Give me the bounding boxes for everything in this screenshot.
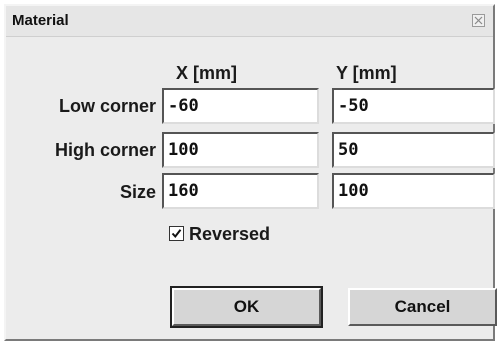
x-column-header: X [mm] — [176, 63, 238, 83]
low-corner-y-field[interactable]: -50 — [332, 88, 495, 124]
low-corner-label: Low corner — [58, 96, 156, 116]
reversed-label: Reversed — [189, 224, 271, 244]
title-bar[interactable]: Material — [6, 6, 493, 37]
size-y-field[interactable]: 100 — [332, 173, 495, 209]
size-label: Size — [119, 182, 156, 202]
high-corner-label: High corner — [54, 140, 156, 160]
close-icon — [474, 16, 483, 25]
y-column-header: Y [mm] — [336, 63, 397, 83]
size-x-field[interactable]: 160 — [162, 173, 319, 209]
reversed-checkbox[interactable] — [169, 226, 184, 241]
high-corner-x-field[interactable]: 100 — [162, 132, 319, 168]
close-button[interactable] — [472, 14, 485, 27]
ok-button[interactable]: OK — [170, 286, 323, 328]
checkmark-icon — [171, 229, 182, 239]
low-corner-x-field[interactable]: -60 — [162, 88, 319, 124]
cancel-button[interactable]: Cancel — [348, 288, 497, 326]
material-dialog: Material X [mm] Y [mm] Low corner -60 -5… — [4, 4, 497, 341]
window-title: Material — [12, 12, 69, 29]
high-corner-y-field[interactable]: 50 — [332, 132, 495, 168]
